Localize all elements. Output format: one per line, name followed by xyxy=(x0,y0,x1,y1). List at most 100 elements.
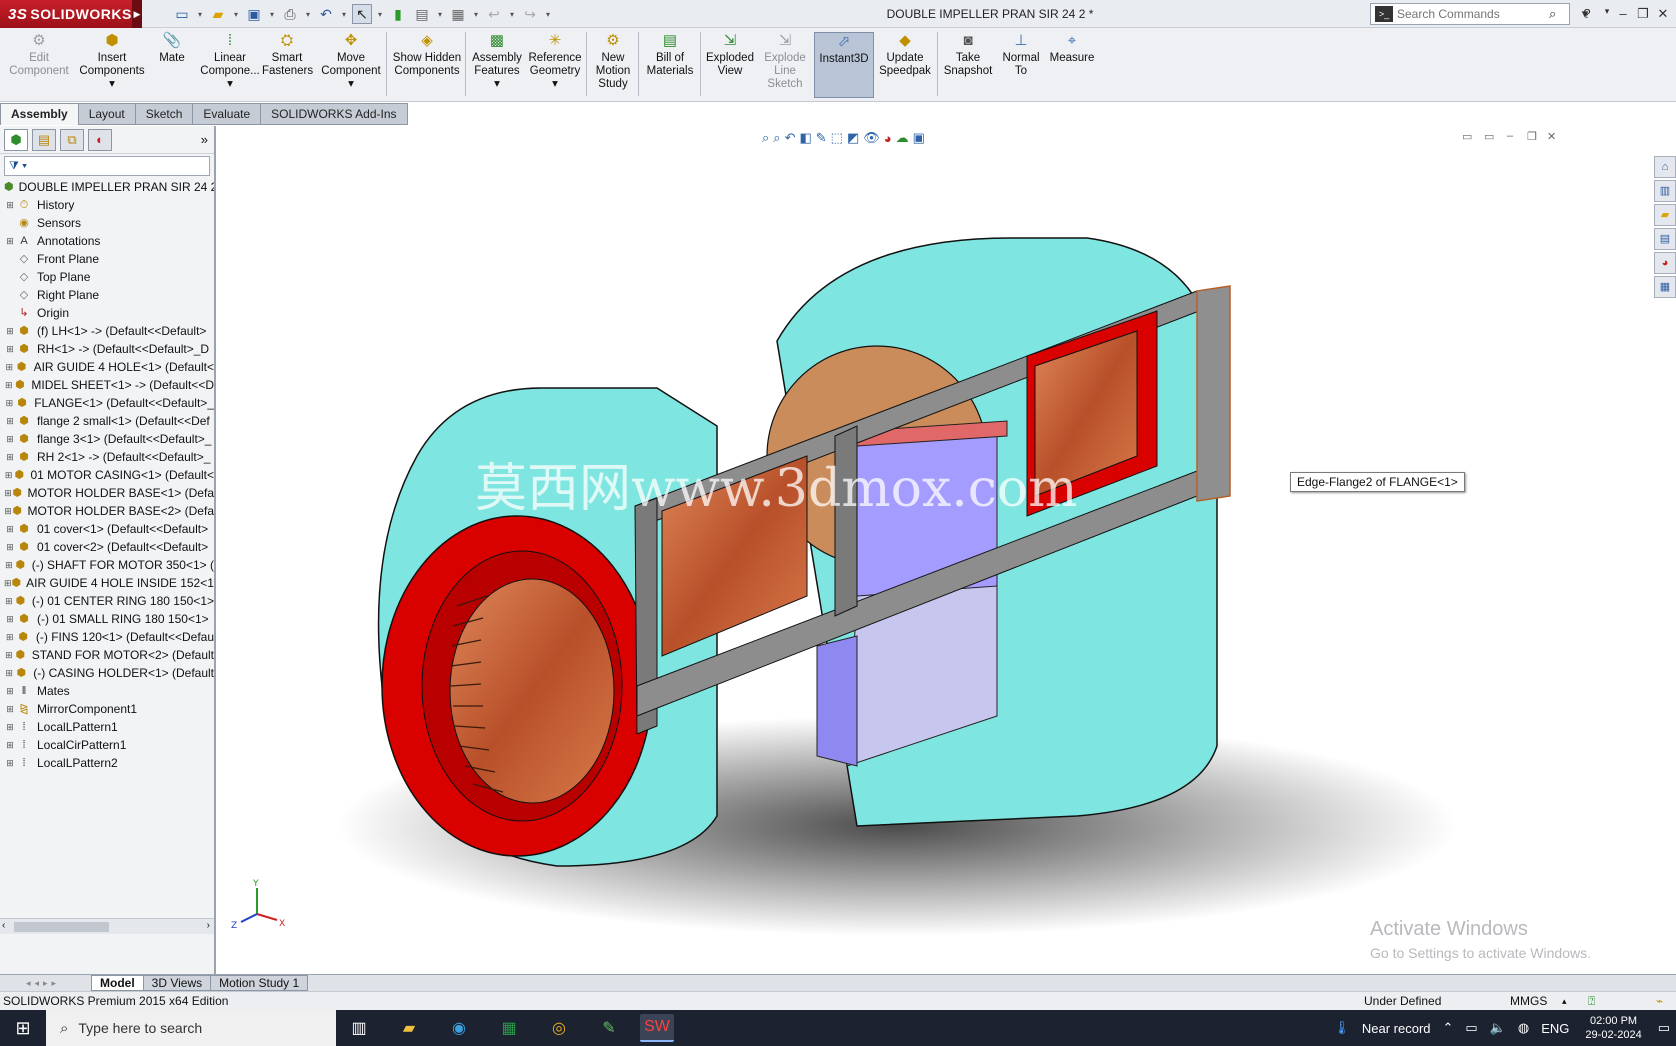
expand-toggle-icon[interactable]: ⊞ xyxy=(4,358,15,376)
tree-item[interactable]: ⊞ ⬢ STAND FOR MOTOR<2> (Default xyxy=(0,646,214,664)
expand-toggle-icon[interactable]: ⊞ xyxy=(4,466,13,484)
property-manager-tab-icon[interactable]: ▤ xyxy=(32,128,56,151)
viewport-minimize-icon[interactable]: – xyxy=(1507,130,1513,142)
viewport-split-icon[interactable]: ▭ xyxy=(1462,130,1472,143)
tab-3d-views[interactable]: 3D Views xyxy=(142,975,212,991)
weather-status[interactable]: Near record xyxy=(1362,1021,1431,1036)
expand-toggle-icon[interactable]: ⊞ xyxy=(4,592,14,610)
tree-item[interactable]: ⊞ ⏱ History xyxy=(0,196,214,214)
expand-panel-chevron-icon[interactable]: » xyxy=(201,132,208,147)
zoom-to-area-icon[interactable]: ⌕ xyxy=(773,130,780,146)
view-palette-icon[interactable]: ▤ xyxy=(1654,228,1676,250)
tree-item[interactable]: ⊞ ⬢ flange 2 small<1> (Default<<Def xyxy=(0,412,214,430)
select-pointer-icon[interactable]: ↖ xyxy=(352,4,372,24)
view-orientation-icon[interactable]: ⬚ xyxy=(831,130,843,146)
notifications-icon[interactable]: ▭ xyxy=(1658,1020,1670,1036)
tree-item[interactable]: ◇ Right Plane xyxy=(0,286,214,304)
expand-toggle-icon[interactable]: ⊞ xyxy=(4,574,12,592)
update-speedpak-button[interactable]: ◆ Update Speedpak xyxy=(876,32,934,98)
tab-assembly[interactable]: Assembly xyxy=(0,103,79,125)
print-dropdown-icon[interactable]: ▾ xyxy=(304,10,312,19)
take-snapshot-button[interactable]: ◙ Take Snapshot xyxy=(940,32,996,98)
rebuild-traffic-light-icon[interactable]: ▮ xyxy=(388,4,408,24)
hide-show-items-icon[interactable]: 👁 xyxy=(863,130,880,146)
tab-layout[interactable]: Layout xyxy=(78,103,136,125)
open-folder-icon[interactable]: ▰ xyxy=(208,4,228,24)
expand-toggle-icon[interactable]: ⊞ xyxy=(4,754,16,772)
taskbar-search[interactable]: ⌕ Type here to search xyxy=(46,1010,336,1046)
solidworks-resources-icon[interactable]: ⌂ xyxy=(1654,156,1676,178)
tab-motion-study-1[interactable]: Motion Study 1 xyxy=(210,975,309,991)
tab-evaluate[interactable]: Evaluate xyxy=(193,103,262,125)
tree-filter-icon[interactable]: ⧩ ▾ xyxy=(4,156,210,176)
excel-icon[interactable]: ▦ xyxy=(492,1014,526,1042)
scroll-right-icon[interactable]: › xyxy=(207,920,210,931)
network-icon[interactable]: ▭ xyxy=(1465,1020,1477,1036)
expand-toggle-icon[interactable]: ⊞ xyxy=(4,196,16,214)
tag-icon[interactable]: ⌁ xyxy=(1656,992,1663,1010)
tab-model[interactable]: Model xyxy=(91,975,144,991)
graphics-area[interactable]: 莫西网www.3dmox.com ⌕ ⌕ ↶ ◧ ✎ ⬚ ◩ 👁 ◕ ☁ ▣ ▭… xyxy=(217,126,1676,974)
command-search[interactable]: >_ ⌕ xyxy=(1370,3,1570,25)
3d-model-render[interactable]: 莫西网www.3dmox.com xyxy=(217,126,1676,974)
expand-toggle-icon[interactable]: ⊞ xyxy=(4,394,15,412)
bill-of-materials-button[interactable]: ▤ Bill of Materials xyxy=(642,32,698,98)
edit-component-button[interactable]: ⚙ Edit Component xyxy=(4,32,74,98)
restore-window-icon[interactable]: ❐ xyxy=(1634,6,1652,22)
globe-icon[interactable]: ◍ xyxy=(1518,1020,1529,1036)
assembly-features-button[interactable]: ▩ Assembly Features ▾ xyxy=(470,32,524,98)
tree-item[interactable]: ⊞ ⁞ LocalLPattern2 xyxy=(0,754,214,772)
new-dropdown-icon[interactable]: ▾ xyxy=(196,10,204,19)
tree-item[interactable]: ⊞ ⬢ (f) LH<1> -> (Default<<Default> xyxy=(0,322,214,340)
expand-toggle-icon[interactable]: ⊞ xyxy=(4,736,16,754)
exploded-view-button[interactable]: ⇲ Exploded View xyxy=(704,32,756,98)
expand-toggle-icon[interactable]: ⊞ xyxy=(4,646,14,664)
tree-item[interactable]: ⊞ ⬢ RH<1> -> (Default<<Default>_D xyxy=(0,340,214,358)
zoom-to-fit-icon[interactable]: ⌕ xyxy=(762,130,769,146)
expand-toggle-icon[interactable]: ⊞ xyxy=(4,376,14,394)
tree-item[interactable]: ↳ Origin xyxy=(0,304,214,322)
undo-dropdown-icon[interactable]: ▾ xyxy=(340,10,348,19)
expand-toggle-icon[interactable]: ⊞ xyxy=(4,430,16,448)
file-explorer-taskbar-icon[interactable]: ▰ xyxy=(392,1014,426,1042)
display-style-icon[interactable]: ◩ xyxy=(847,130,859,146)
edge-flange[interactable] xyxy=(1196,285,1231,502)
edge-browser-icon[interactable]: ◉ xyxy=(442,1014,476,1042)
insert-components-button[interactable]: ⬢ Insert Components ▾ xyxy=(76,32,148,98)
new-motion-study-button[interactable]: ⚙ New Motion Study xyxy=(590,32,636,98)
move-component-button[interactable]: ✥ Move Component ▾ xyxy=(316,32,386,98)
tree-item[interactable]: ⊞ ⬢ (-) CASING HOLDER<1> (Default xyxy=(0,664,214,682)
tree-item[interactable]: ⊞ ⬢ MOTOR HOLDER BASE<2> (Defa xyxy=(0,502,214,520)
help-icon[interactable]: ? xyxy=(1578,6,1596,21)
solidworks-taskbar-icon[interactable]: SW xyxy=(640,1014,674,1042)
tree-item[interactable]: ⊞ ⬢ (-) 01 CENTER RING 180 150<1> xyxy=(0,592,214,610)
thermometer-icon[interactable]: 🌡 xyxy=(1333,1020,1350,1036)
tray-chevron-up-icon[interactable]: ⌃ xyxy=(1443,1020,1454,1036)
custom-properties-icon[interactable]: ▦ xyxy=(1654,276,1676,298)
expand-toggle-icon[interactable]: ⊞ xyxy=(4,484,12,502)
scroll-left-icon[interactable]: ‹ xyxy=(2,920,5,931)
tree-item[interactable]: ⊞ ⬢ (-) 01 SMALL RING 180 150<1> xyxy=(0,610,214,628)
display-manager-tab-icon[interactable]: ◐ xyxy=(88,128,112,151)
measure-button[interactable]: ⌖ Measure xyxy=(1046,32,1098,98)
expand-toggle-icon[interactable]: ⊞ xyxy=(4,322,16,340)
tree-item[interactable]: ⊞ ⧎ MirrorComponent1 xyxy=(0,700,214,718)
back-icon[interactable]: ↩ xyxy=(484,4,504,24)
previous-view-icon[interactable]: ↶ xyxy=(785,130,796,146)
instant3d-button[interactable]: ⬀ Instant3D xyxy=(814,32,874,98)
tree-item[interactable]: ⊞ A Annotations xyxy=(0,232,214,250)
properties-dropdown-icon[interactable]: ▾ xyxy=(436,10,444,19)
expand-toggle-icon[interactable]: ⊞ xyxy=(4,502,12,520)
tree-item[interactable]: ⊞ ⁞ LocalLPattern1 xyxy=(0,718,214,736)
expand-toggle-icon[interactable]: ⊞ xyxy=(4,232,16,250)
expand-toggle-icon[interactable]: ⊞ xyxy=(4,556,14,574)
section-view-icon[interactable]: ◧ xyxy=(799,130,811,146)
tree-item[interactable]: ⊞ ⬢ 01 cover<1> (Default<<Default> xyxy=(0,520,214,538)
viewport-tile-icon[interactable]: ▭ xyxy=(1484,130,1494,143)
tree-item[interactable]: ⊞ ⬢ FLANGE<1> (Default<<Default>_ xyxy=(0,394,214,412)
show-hidden-components-button[interactable]: ◈ Show Hidden Components xyxy=(392,32,462,98)
tree-item[interactable]: ⊞ ⬢ (-) SHAFT FOR MOTOR 350<1> ( xyxy=(0,556,214,574)
tree-root[interactable]: ⬢ DOUBLE IMPELLER PRAN SIR 24 2 (D xyxy=(0,178,214,196)
menu-expand-arrow-icon[interactable]: ▶ xyxy=(132,0,142,28)
forward-icon[interactable]: ↪ xyxy=(520,4,540,24)
